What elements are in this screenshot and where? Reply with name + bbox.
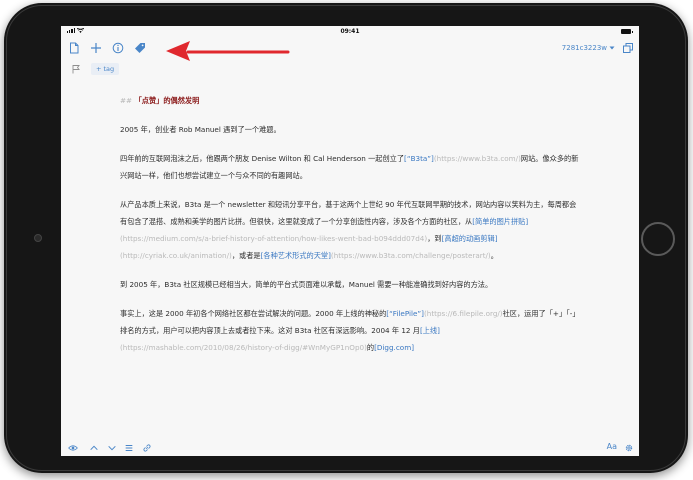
info-icon[interactable] — [111, 41, 125, 55]
add-tag-button[interactable]: + tag — [91, 63, 120, 75]
open-external-icon[interactable] — [621, 41, 635, 55]
paragraph-5: 事实上，这是 2000 年初各个网络社区都在尝试解决的问题。2000 年上线的神… — [120, 309, 580, 352]
home-button[interactable] — [641, 222, 675, 256]
url-launch: (https://mashable.com/2010/08/26/history… — [120, 343, 367, 352]
tag-row: + tag — [61, 62, 639, 76]
paragraph-3: 从产品本质上来说，B3ta 是一个 newsletter 和短讯分享平台，基于这… — [120, 200, 577, 260]
link-icon[interactable] — [141, 442, 152, 453]
front-camera — [34, 234, 42, 242]
tag-icon[interactable] — [133, 41, 147, 55]
new-document-icon[interactable] — [67, 41, 81, 55]
plus-icon[interactable] — [89, 41, 103, 55]
chevron-down-icon[interactable] — [106, 442, 117, 453]
url-filepile: (https://6.filepile.org/) — [423, 309, 503, 318]
paragraph-2: 四年前的互联网泡沫之后，他跟两个朋友 Denise Wilton 和 Cal H… — [120, 154, 579, 180]
top-toolbar: 7281c3223w — [61, 38, 639, 60]
app-screen: 09:41 7281c3223w + tag ## 「点赞」的偶然发明 2005… — [61, 26, 639, 456]
link-b3ta[interactable]: [“B3ta”] — [404, 154, 434, 163]
markdown-editor[interactable]: ## 「点赞」的偶然发明 2005 年，创业者 Rob Manuel 遇到了一个… — [120, 92, 580, 356]
gear-icon[interactable] — [623, 442, 634, 453]
url-art-heaven: (https://www.b3ta.com/challenge/posterar… — [330, 251, 491, 260]
status-time: 09:41 — [340, 28, 360, 35]
eye-icon[interactable] — [67, 442, 78, 453]
status-bar: 09:41 — [61, 26, 639, 38]
heading-text: 「点赞」的偶然发明 — [134, 96, 200, 105]
link-image-collage[interactable]: [简单的图片拼贴] — [472, 217, 528, 226]
flag-icon[interactable] — [71, 64, 81, 74]
link-digg[interactable]: [Digg.com] — [374, 343, 414, 352]
chevron-down-icon[interactable] — [609, 45, 615, 51]
url-animation: (http://cyriak.co.uk/animation/) — [120, 251, 232, 260]
link-launch[interactable]: [上线] — [420, 326, 440, 335]
paragraph-1: 2005 年，创业者 Rob Manuel 遇到了一个难题。 — [120, 125, 281, 134]
url-b3ta: (https://www.b3ta.com/) — [433, 154, 521, 163]
link-filepile[interactable]: [“FilePile”] — [386, 309, 424, 318]
paragraph-4: 到 2005 年，B3ta 社区规模已经相当大，简单的平台式页面难以承载，Man… — [120, 280, 493, 289]
heading: ## 「点赞」的偶然发明 — [120, 96, 199, 105]
battery-icon — [621, 29, 633, 34]
bottom-toolbar: Aa — [61, 438, 639, 456]
link-art-heaven[interactable]: [各种艺术形式的天堂] — [261, 251, 331, 260]
font-settings-button[interactable]: Aa — [607, 442, 617, 451]
heading-markdown-marker: ## — [120, 96, 133, 105]
url-image-collage: (https://medium.com/s/a-brief-history-of… — [120, 234, 428, 243]
version-selector[interactable]: 7281c3223w — [562, 44, 607, 52]
list-icon[interactable] — [123, 442, 134, 453]
link-animation[interactable]: [高超的动画剪辑] — [442, 234, 498, 243]
chevron-up-icon[interactable] — [88, 442, 99, 453]
